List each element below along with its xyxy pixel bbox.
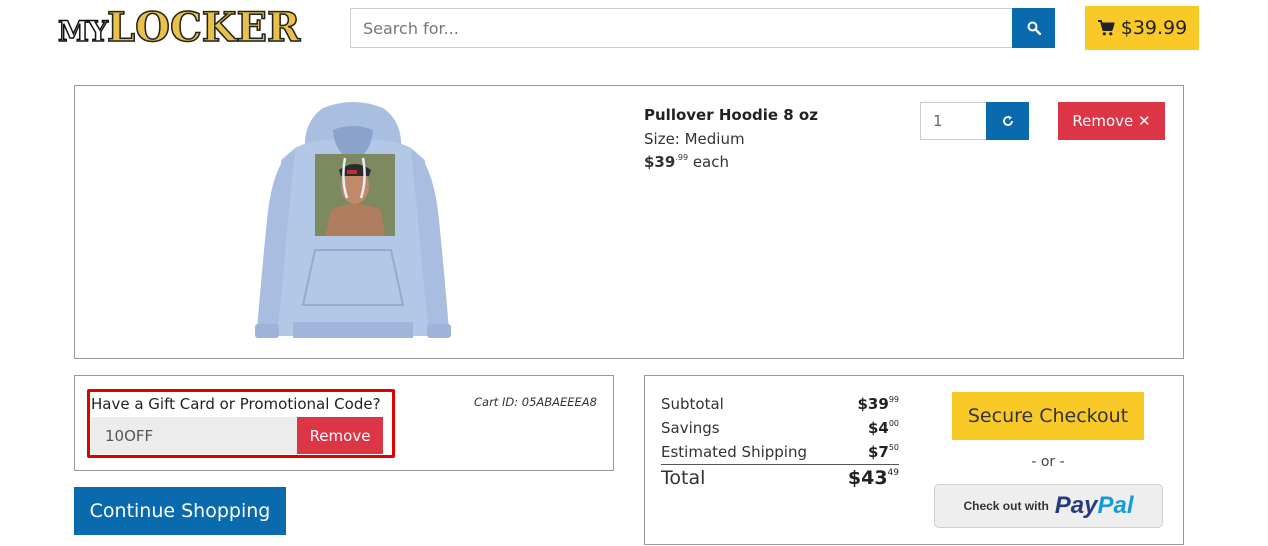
product-price: $39.99 each xyxy=(644,153,729,171)
cart-icon xyxy=(1097,20,1115,36)
shipping-label: Estimated Shipping xyxy=(661,443,807,461)
cart-item: Pullover Hoodie 8 oz Size: Medium $39.99… xyxy=(74,85,1184,359)
price-suffix: each xyxy=(692,153,730,171)
paypal-checkout-button[interactable]: Check out with Pay Pal xyxy=(934,484,1163,528)
logo-locker-text: LOCKER xyxy=(106,4,301,51)
savings-row: Savings $400 xyxy=(661,419,899,437)
cart-id: Cart ID: 05ABAEEEA8 xyxy=(474,395,597,409)
continue-shopping-button[interactable]: Continue Shopping xyxy=(74,487,286,535)
shipping-cents: 50 xyxy=(888,443,899,452)
total-cents: 49 xyxy=(887,468,899,478)
subtotal-value: $3999 xyxy=(858,395,900,413)
total-row: Total $4349 xyxy=(661,464,899,489)
secure-checkout-button[interactable]: Secure Checkout xyxy=(952,392,1144,440)
paypal-logo-pal: Pal xyxy=(1097,492,1134,519)
price-dollars: $39 xyxy=(644,153,676,171)
shipping-value: $750 xyxy=(868,443,899,461)
subtotal-dollars: $39 xyxy=(857,395,889,413)
shipping-dollars: $7 xyxy=(867,443,889,461)
savings-dollars: $4 xyxy=(867,419,889,437)
total-label: Total xyxy=(661,467,706,489)
product-size: Size: Medium xyxy=(644,130,745,148)
search-button[interactable] xyxy=(1012,8,1055,48)
or-divider: - or - xyxy=(1031,454,1065,470)
cart-button[interactable]: $39.99 xyxy=(1085,6,1199,50)
mylocker-logo[interactable]: MY LOCKER xyxy=(57,4,301,51)
search-input[interactable] xyxy=(350,8,1013,48)
savings-label: Savings xyxy=(661,419,720,437)
total-value: $4349 xyxy=(848,467,899,489)
subtotal-cents: 99 xyxy=(888,395,899,404)
refresh-icon xyxy=(1002,115,1013,126)
total-dollars: $43 xyxy=(847,467,888,489)
search-icon xyxy=(1027,21,1041,35)
product-image[interactable] xyxy=(253,100,453,344)
cart-total: $39.99 xyxy=(1120,17,1188,39)
price-cents: .99 xyxy=(675,153,689,162)
update-quantity-button[interactable] xyxy=(986,102,1029,140)
order-summary: Subtotal $3999 Savings $400 Estimated Sh… xyxy=(644,375,1184,545)
promo-remove-button[interactable]: Remove xyxy=(297,417,383,454)
subtotal-row: Subtotal $3999 xyxy=(661,395,899,413)
promo-code-section: Have a Gift Card or Promotional Code? Re… xyxy=(74,375,614,471)
paypal-prefix: Check out with xyxy=(963,499,1049,513)
remove-item-button[interactable]: Remove ✕ xyxy=(1058,102,1165,140)
product-name[interactable]: Pullover Hoodie 8 oz xyxy=(644,106,818,124)
promo-label: Have a Gift Card or Promotional Code? xyxy=(91,395,381,413)
logo-my-text: MY xyxy=(57,14,108,49)
promo-code-input[interactable] xyxy=(91,417,298,454)
quantity-input[interactable] xyxy=(920,102,987,140)
subtotal-label: Subtotal xyxy=(661,395,724,413)
savings-cents: 00 xyxy=(888,419,899,428)
paypal-logo-pay: Pay xyxy=(1054,492,1098,519)
savings-value: $400 xyxy=(868,419,899,437)
shipping-row: Estimated Shipping $750 xyxy=(661,443,899,461)
